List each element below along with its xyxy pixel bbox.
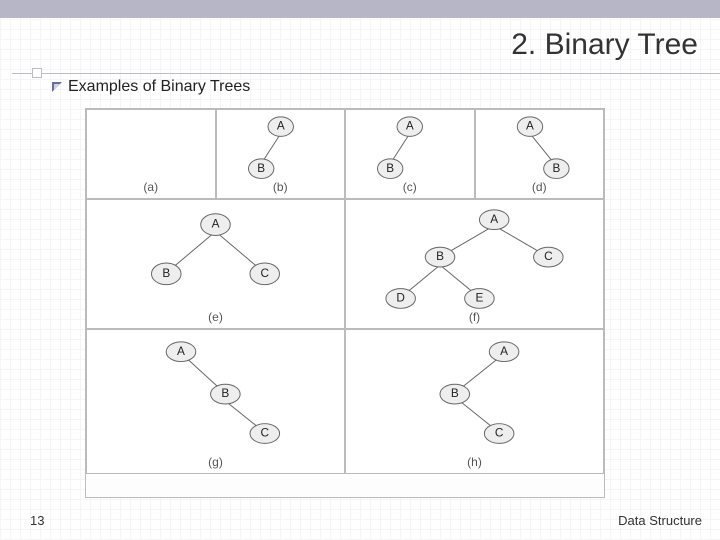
node-f-leftleft: D [396, 291, 405, 305]
panel-b: A B (b) [216, 109, 346, 199]
node-g-1: A [177, 344, 185, 358]
node-g-2: B [221, 386, 229, 400]
caption-g: (g) [208, 455, 223, 469]
node-f-left: B [436, 249, 444, 263]
panel-e: A B C (e) [86, 199, 345, 329]
node-f-leftright: E [475, 291, 483, 305]
caption-a: (a) [143, 180, 158, 194]
panel-d: A B (d) [475, 109, 605, 199]
caption-b: (b) [273, 180, 288, 194]
node-d-child: B [552, 162, 560, 175]
node-g-3: C [261, 426, 270, 440]
node-f-right: C [544, 249, 553, 263]
node-e-left: B [162, 266, 170, 280]
node-e-right: C [260, 266, 269, 280]
node-h-1: A [500, 344, 508, 358]
panel-h: A B C (h) [345, 329, 604, 474]
node-h-3: C [495, 426, 504, 440]
title-rule [12, 73, 720, 74]
top-bar [0, 0, 720, 18]
node-c-child: B [386, 162, 394, 175]
title-rule-box [32, 68, 42, 78]
node-b-child: B [257, 162, 265, 175]
subtitle: Examples of Binary Trees [68, 78, 250, 96]
bullet-row: Examples of Binary Trees [52, 78, 250, 96]
node-e-root: A [212, 217, 220, 231]
node-d-root: A [526, 120, 534, 133]
slide-title: 2. Binary Tree [511, 28, 698, 62]
node-h-2: B [451, 386, 459, 400]
caption-h: (h) [467, 455, 482, 469]
footer-label: Data Structure [618, 513, 702, 528]
caption-d: (d) [532, 180, 547, 194]
node-f-root: A [490, 212, 498, 226]
panel-f: A B C D E (f) [345, 199, 604, 329]
node-c-root: A [406, 120, 414, 133]
panel-g: A B C (g) [86, 329, 345, 474]
page-number: 13 [30, 513, 44, 528]
figure-frame: (a) A B (b) A B (c) [85, 108, 605, 498]
bullet-icon [52, 82, 62, 92]
node-b-root: A [276, 120, 284, 133]
caption-c: (c) [403, 180, 417, 194]
caption-f: (f) [469, 310, 480, 324]
caption-e: (e) [208, 310, 223, 324]
figure-grid: (a) A B (b) A B (c) [86, 109, 604, 497]
panel-a: (a) [86, 109, 216, 199]
panel-c: A B (c) [345, 109, 475, 199]
